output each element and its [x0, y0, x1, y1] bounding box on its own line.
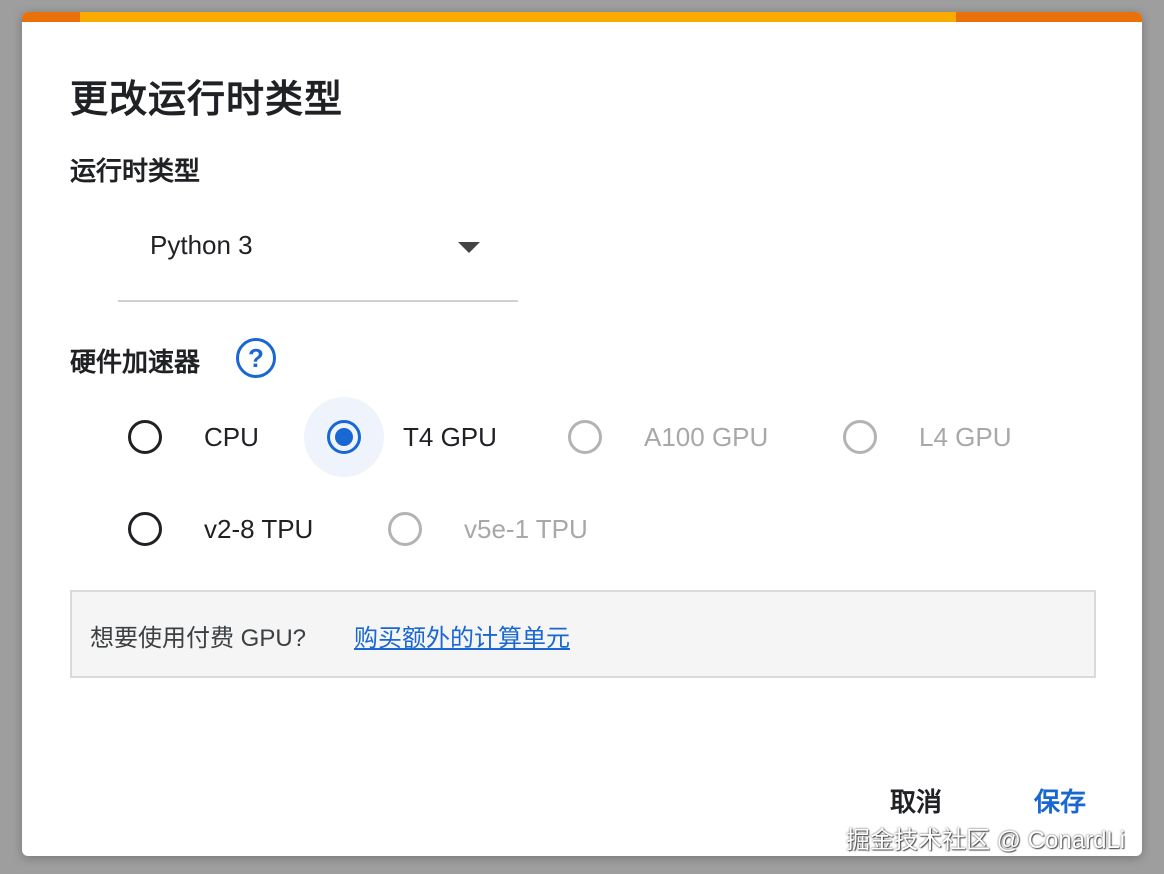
runtime-type-label: 运行时类型 — [70, 156, 201, 186]
radio-circle — [388, 512, 422, 546]
radio-circle — [327, 420, 361, 454]
caret-down-icon — [458, 242, 480, 253]
change-runtime-dialog: 更改运行时类型 运行时类型 Python 3 硬件加速器 ? CPU T4 GP… — [22, 12, 1142, 856]
hardware-accelerator-label: 硬件加速器 — [70, 347, 201, 377]
radio-label: L4 GPU — [919, 422, 1012, 452]
radio-label: CPU — [204, 422, 259, 452]
radio-label: v2-8 TPU — [204, 514, 314, 544]
radio-circle — [568, 420, 602, 454]
radio-label: T4 GPU — [403, 422, 497, 452]
radio-label: A100 GPU — [644, 422, 769, 452]
buy-compute-units-link[interactable]: 购买额外的计算单元 — [354, 618, 570, 653]
cancel-button[interactable]: 取消 — [890, 782, 942, 819]
runtime-type-select[interactable]: Python 3 — [118, 212, 518, 302]
dialog-title: 更改运行时类型 — [70, 79, 344, 121]
radio-circle — [843, 420, 877, 454]
radio-selected-dot — [335, 428, 353, 446]
radio-circle — [128, 420, 162, 454]
runtime-type-value: Python 3 — [150, 230, 253, 260]
accent-bar-segment — [22, 12, 80, 22]
save-button[interactable]: 保存 — [1034, 782, 1086, 819]
help-icon[interactable]: ? — [236, 338, 276, 378]
radio-circle — [128, 512, 162, 546]
paid-gpu-prompt: 想要使用付费 GPU? — [90, 625, 307, 652]
accent-bar-segment — [80, 12, 956, 22]
paid-gpu-info-box: 想要使用付费 GPU? 购买额外的计算单元 — [70, 590, 1096, 678]
accent-bar-segment — [956, 12, 1142, 22]
dialog-accent-bar — [22, 12, 1142, 22]
watermark: 掘金技术社区 @ ConardLi — [846, 827, 1126, 854]
radio-label: v5e-1 TPU — [464, 514, 588, 544]
